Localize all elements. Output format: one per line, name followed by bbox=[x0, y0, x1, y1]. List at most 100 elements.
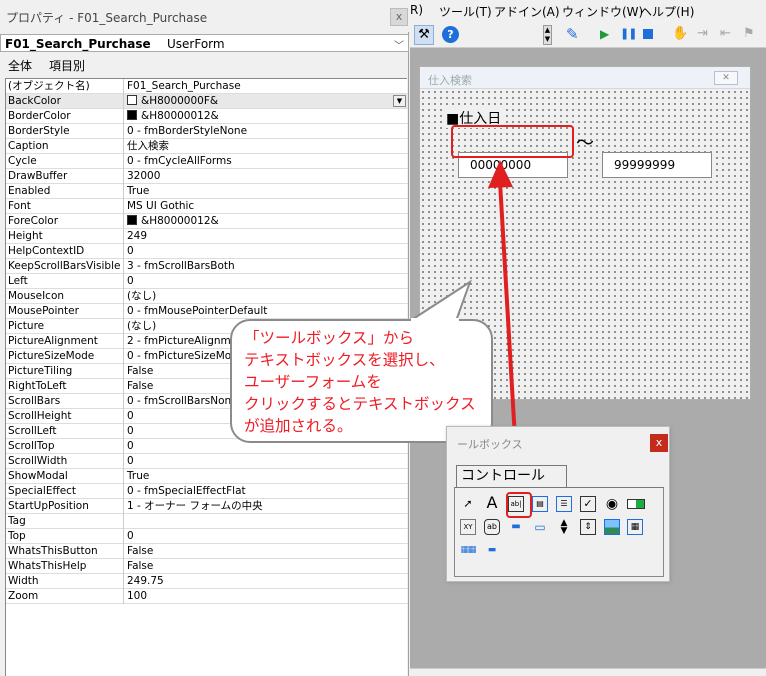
property-value[interactable]: 仕入検索 bbox=[126, 139, 408, 154]
property-value[interactable]: &H80000012& bbox=[126, 214, 408, 229]
property-name: ScrollTop bbox=[8, 439, 124, 454]
toolbox-toggle-icon[interactable]: ⚒ bbox=[414, 25, 434, 45]
property-value[interactable]: 0 - fmSpecialEffectFlat bbox=[126, 484, 408, 499]
pause-icon[interactable]: ❚❚ bbox=[620, 27, 637, 40]
listbox-icon[interactable]: ☰ bbox=[556, 496, 572, 512]
property-value[interactable]: True bbox=[126, 469, 408, 484]
chevron-down-icon[interactable]: ﹀ bbox=[394, 37, 404, 52]
property-row[interactable]: Cycle 0 - fmCycleAllForms bbox=[6, 154, 408, 169]
design-mode-icon[interactable]: ✎ bbox=[566, 25, 579, 43]
property-row[interactable]: SpecialEffect 0 - fmSpecialEffectFlat bbox=[6, 484, 408, 499]
properties-titlebar[interactable]: プロパティ - F01_Search_Purchase x bbox=[0, 0, 409, 32]
property-value[interactable]: 249 bbox=[126, 229, 408, 244]
property-row[interactable]: Caption 仕入検索 bbox=[6, 139, 408, 154]
property-value[interactable]: 249.75 bbox=[126, 574, 408, 589]
more-icon[interactable]: ▦▦ bbox=[460, 542, 476, 558]
property-value[interactable]: 0 - fmCycleAllForms bbox=[126, 154, 408, 169]
property-row[interactable]: Enabled True bbox=[6, 184, 408, 199]
property-value[interactable]: True bbox=[126, 184, 408, 199]
tab-alphabetic[interactable]: 全体 bbox=[8, 57, 32, 74]
chevron-down-icon[interactable]: ▼ bbox=[393, 95, 406, 107]
property-row[interactable]: Top 0 bbox=[6, 529, 408, 544]
scrollbar-icon[interactable]: ▲ ▼ bbox=[556, 519, 572, 536]
object-type: UserForm bbox=[167, 37, 225, 51]
hand-icon[interactable]: ✋ bbox=[672, 26, 688, 41]
object-selector[interactable]: F01_Search_Purchase UserForm ﹀ bbox=[0, 34, 409, 52]
property-row[interactable]: Height 249 bbox=[6, 229, 408, 244]
property-value[interactable]: 1 - オーナー フォームの中央 bbox=[126, 499, 408, 514]
property-row[interactable]: ForeColor &H80000012& bbox=[6, 214, 408, 229]
label-icon[interactable]: A bbox=[484, 495, 500, 511]
tab-controls[interactable]: コントロール bbox=[456, 465, 567, 487]
optionbutton-icon[interactable]: ◉ bbox=[604, 496, 620, 512]
tab-categorized[interactable]: 項目別 bbox=[49, 57, 85, 74]
toolbox-titlebar[interactable]: ールボックス x bbox=[447, 427, 669, 457]
property-value[interactable]: False bbox=[126, 559, 408, 574]
toolbar-scroll-icon[interactable]: ▲ ▼ bbox=[543, 25, 552, 45]
menu-window[interactable]: ウィンドウ(W) bbox=[562, 3, 643, 20]
togglebutton-icon[interactable] bbox=[627, 499, 645, 509]
menu-help[interactable]: ヘルプ(H) bbox=[640, 3, 694, 20]
property-row[interactable]: (オブジェクト名) F01_Search_Purchase bbox=[6, 79, 408, 94]
indent-icon[interactable]: ⇥ bbox=[697, 26, 708, 41]
refedit-icon[interactable]: ▦ bbox=[627, 519, 643, 535]
spinbutton-icon[interactable]: ⇕ bbox=[580, 519, 596, 535]
property-value[interactable]: 0 - fmMousePointerDefault bbox=[126, 304, 408, 319]
property-row[interactable]: Width 249.75 bbox=[6, 574, 408, 589]
bookmark-icon[interactable]: ⚑ bbox=[743, 26, 755, 41]
property-row[interactable]: WhatsThisButton False bbox=[6, 544, 408, 559]
outdent-icon[interactable]: ⇤ bbox=[720, 26, 731, 41]
property-value[interactable]: 32000 bbox=[126, 169, 408, 184]
menu-addins[interactable]: アドイン(A) bbox=[494, 3, 560, 20]
property-row[interactable]: WhatsThisHelp False bbox=[6, 559, 408, 574]
property-row[interactable]: MousePointer 0 - fmMousePointerDefault bbox=[6, 304, 408, 319]
property-value[interactable]: MS UI Gothic bbox=[126, 199, 408, 214]
menu-item-partial[interactable]: R) bbox=[410, 3, 423, 17]
property-value[interactable]: &H8000000F& ▼ bbox=[126, 94, 408, 109]
run-icon[interactable]: ▶ bbox=[600, 27, 609, 41]
close-icon[interactable]: x bbox=[650, 434, 668, 452]
checkbox-icon[interactable]: ✓ bbox=[580, 496, 596, 512]
property-row[interactable]: Tag bbox=[6, 514, 408, 529]
property-row[interactable]: BorderColor &H80000012& bbox=[6, 109, 408, 124]
property-value[interactable]: 0 bbox=[126, 454, 408, 469]
property-row[interactable]: StartUpPosition 1 - オーナー フォームの中央 bbox=[6, 499, 408, 514]
ruler-icon[interactable]: ▬ bbox=[484, 542, 500, 558]
property-row[interactable]: BorderStyle 0 - fmBorderStyleNone bbox=[6, 124, 408, 139]
property-row[interactable]: Left 0 bbox=[6, 274, 408, 289]
help-icon[interactable]: ? bbox=[442, 26, 459, 43]
property-value[interactable]: False bbox=[126, 544, 408, 559]
property-name: PictureSizeMode bbox=[8, 349, 124, 364]
property-value[interactable]: (なし) bbox=[126, 289, 408, 304]
property-value[interactable]: 0 bbox=[126, 529, 408, 544]
property-row[interactable]: HelpContextID 0 bbox=[6, 244, 408, 259]
property-value[interactable]: &H80000012& bbox=[126, 109, 408, 124]
property-value[interactable] bbox=[126, 514, 408, 529]
property-value[interactable]: 100 bbox=[126, 589, 408, 604]
property-value[interactable]: F01_Search_Purchase bbox=[126, 79, 408, 94]
image-icon[interactable] bbox=[604, 519, 620, 535]
property-row[interactable]: KeepScrollBarsVisible 3 - fmScrollBarsBot… bbox=[6, 259, 408, 274]
pointer-icon[interactable]: ➚ bbox=[460, 496, 476, 512]
textbox-date-to[interactable]: 99999999 bbox=[602, 152, 712, 178]
stop-icon[interactable] bbox=[643, 29, 653, 39]
property-value[interactable]: 0 bbox=[126, 274, 408, 289]
property-row[interactable]: ShowModal True bbox=[6, 469, 408, 484]
tabstrip-icon[interactable]: ▬ bbox=[508, 519, 524, 535]
menu-tools[interactable]: ツール(T) bbox=[439, 3, 492, 20]
close-icon[interactable]: ✕ bbox=[714, 71, 738, 85]
commandbutton-icon[interactable]: ab bbox=[484, 519, 500, 535]
property-row[interactable]: ScrollWidth 0 bbox=[6, 454, 408, 469]
property-row[interactable]: MouseIcon (なし) bbox=[6, 289, 408, 304]
property-row[interactable]: BackColor &H8000000F& ▼ bbox=[6, 94, 408, 109]
property-value[interactable]: 0 bbox=[126, 244, 408, 259]
property-row[interactable]: DrawBuffer 32000 bbox=[6, 169, 408, 184]
property-row[interactable]: Zoom 100 bbox=[6, 589, 408, 604]
multipage-icon[interactable]: ▭ bbox=[532, 519, 548, 535]
property-value[interactable]: 3 - fmScrollBarsBoth bbox=[126, 259, 408, 274]
property-value[interactable]: 0 - fmBorderStyleNone bbox=[126, 124, 408, 139]
close-icon[interactable]: x bbox=[390, 8, 408, 26]
frame-icon[interactable]: XY bbox=[460, 519, 476, 535]
combobox-icon[interactable]: ▤ bbox=[532, 496, 548, 512]
property-row[interactable]: Font MS UI Gothic bbox=[6, 199, 408, 214]
